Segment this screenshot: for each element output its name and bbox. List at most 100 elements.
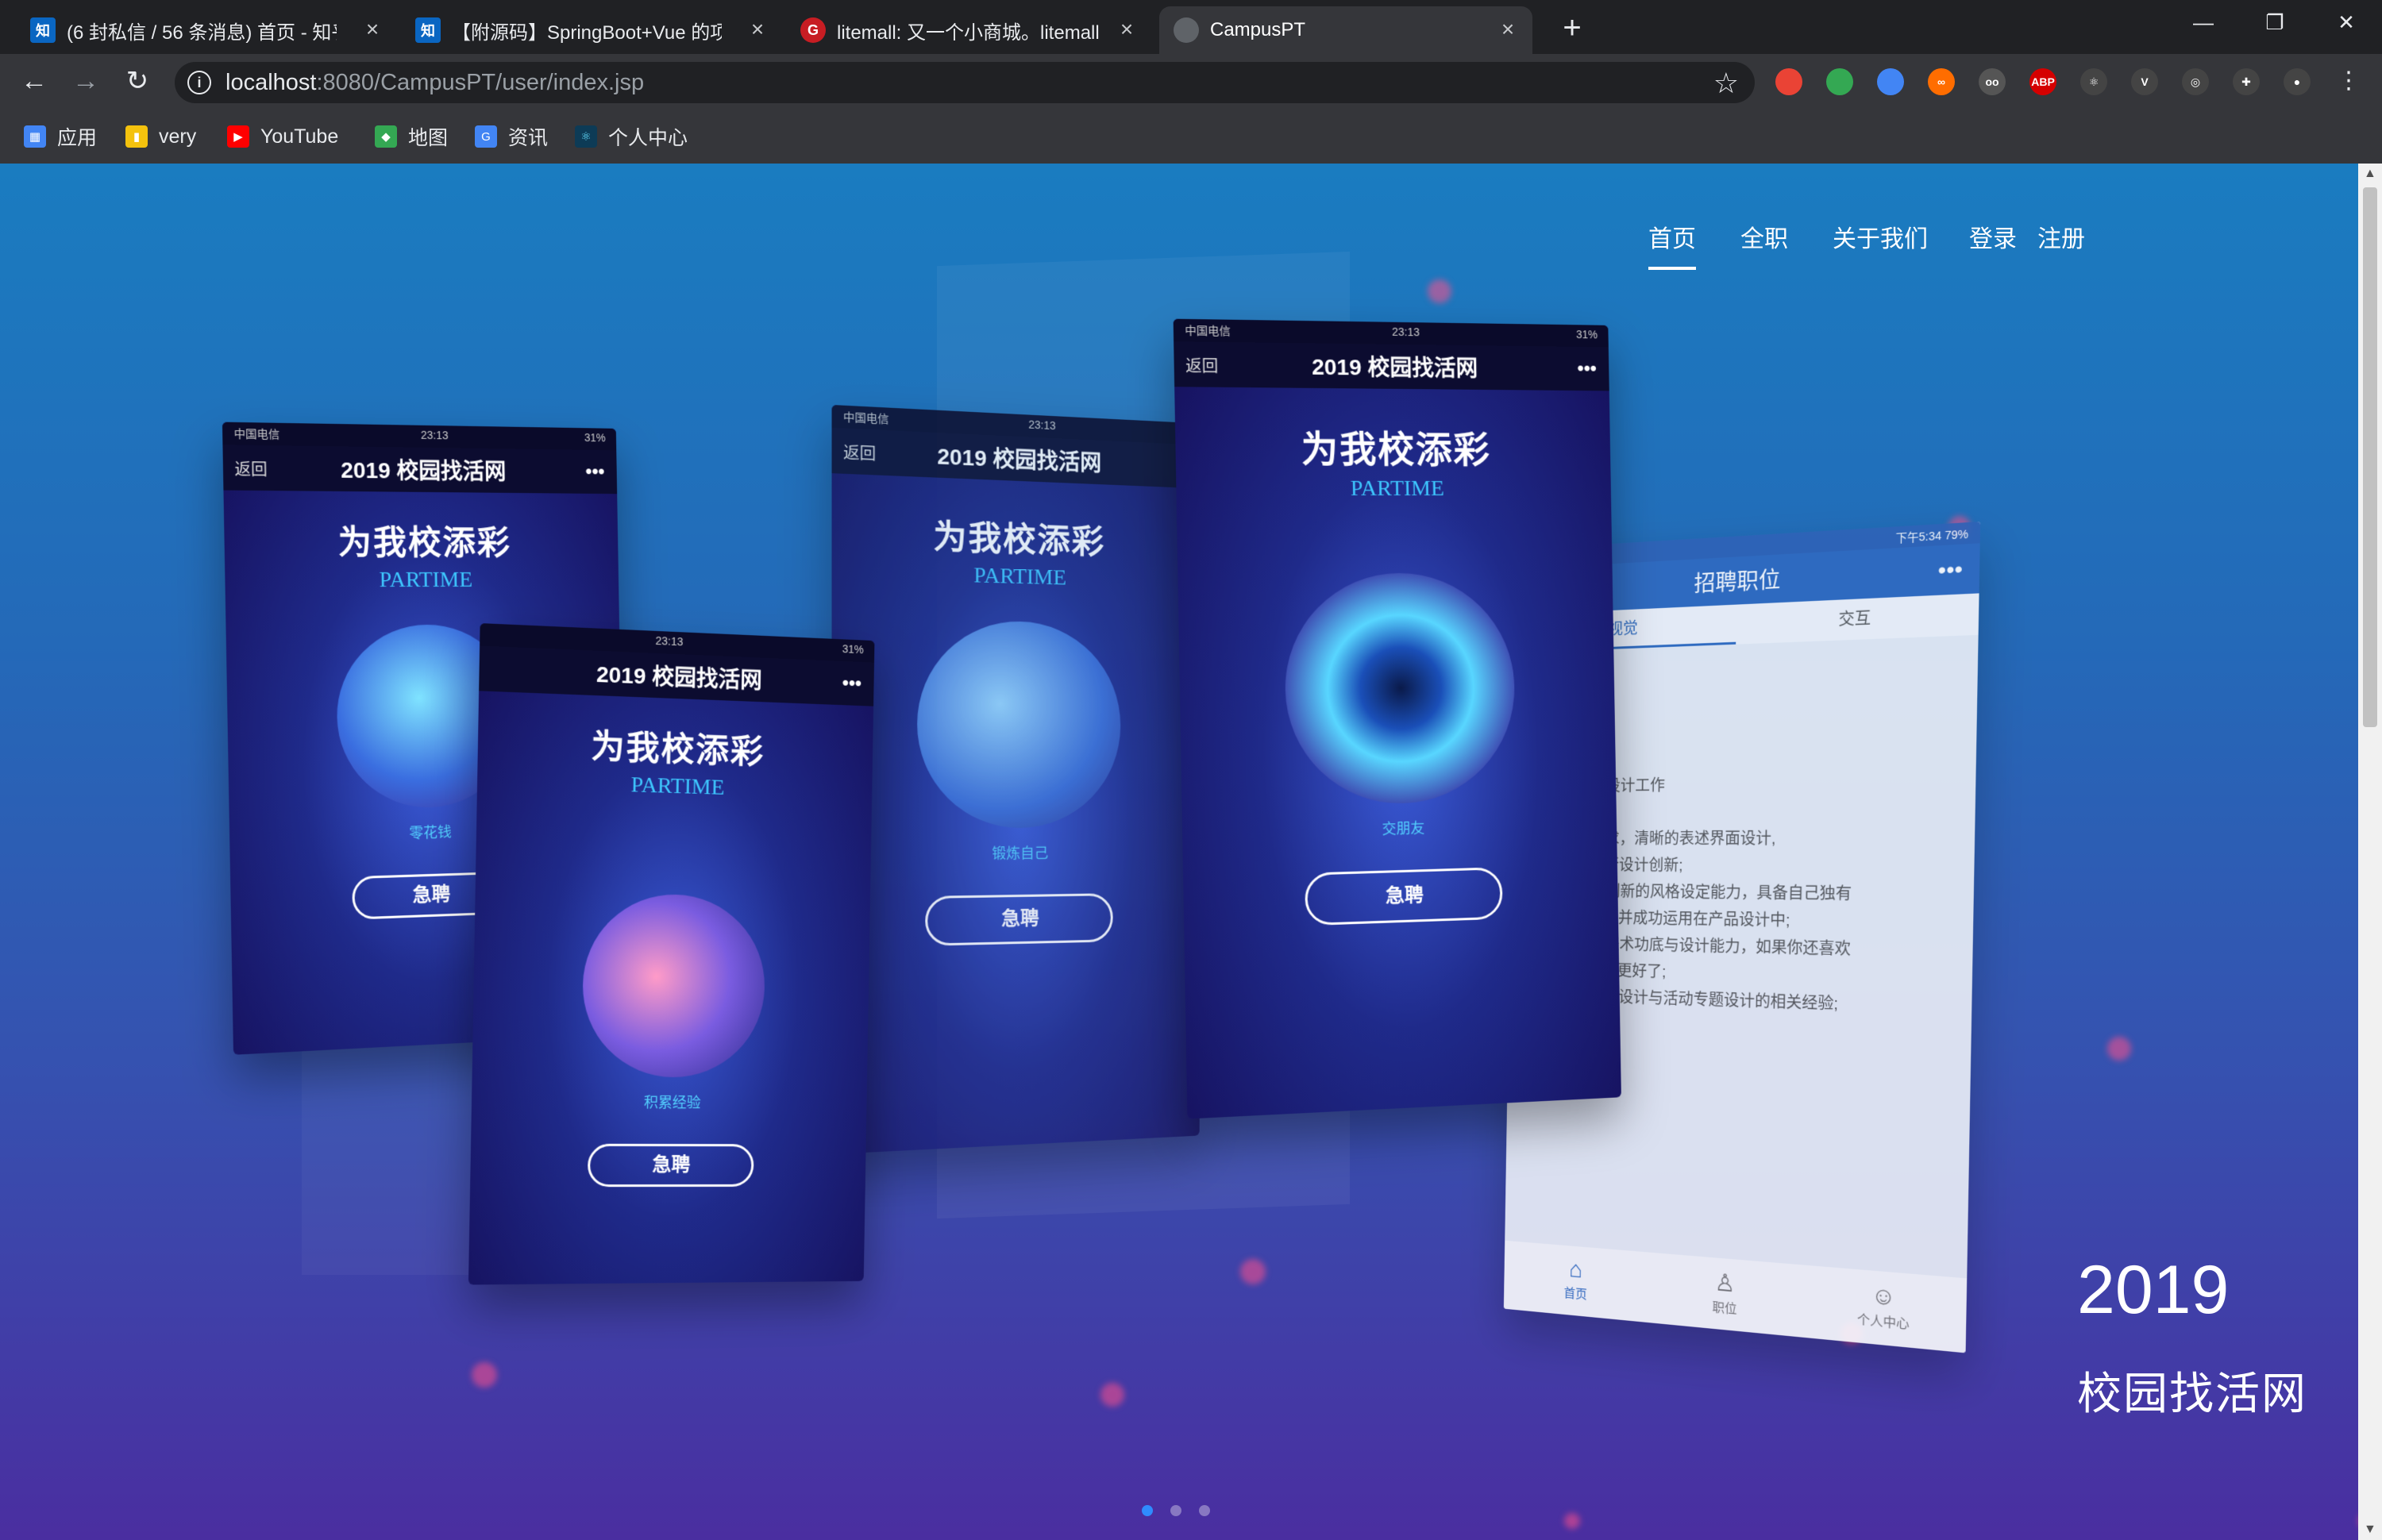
back-button[interactable]: ← bbox=[16, 64, 52, 100]
scroll-up-icon[interactable]: ▲ bbox=[2364, 167, 2376, 181]
restore-window-icon[interactable]: ❐ bbox=[2239, 0, 2311, 48]
carousel-indicators bbox=[1142, 1505, 1210, 1516]
close-tab-icon[interactable]: × bbox=[1496, 17, 1520, 41]
scroll-down-icon[interactable]: ▼ bbox=[2364, 1523, 2376, 1537]
tab-title: litemall: 又一个小商城。litemall bbox=[837, 21, 1100, 44]
phone-caption: 锻炼自己 bbox=[992, 845, 1049, 862]
bookmark-very[interactable]: ▮ very bbox=[125, 121, 196, 152]
nav-login[interactable]: 登录 bbox=[1969, 219, 2017, 254]
close-tab-icon[interactable]: × bbox=[1115, 17, 1139, 41]
url-text[interactable]: localhost:8080/CampusPT/user/index.jsp bbox=[225, 70, 644, 96]
new-tab-button[interactable]: + bbox=[1552, 10, 1592, 49]
site-info-icon[interactable]: i bbox=[187, 71, 211, 94]
bokeh-light bbox=[472, 1362, 497, 1388]
browser-tab[interactable]: 知 【附源码】SpringBoot+Vue 的项目 × bbox=[401, 6, 782, 54]
chrome-ext-5-icon[interactable]: oo bbox=[1979, 68, 2006, 95]
forward-button[interactable]: → bbox=[67, 64, 104, 100]
phone-tab-home: ⌂ 首页 bbox=[1563, 1256, 1587, 1303]
paint-globe-illustration bbox=[581, 892, 766, 1078]
gitee-favicon-icon: G bbox=[800, 17, 826, 43]
scrollbar-thumb[interactable] bbox=[2363, 187, 2377, 727]
urgent-hiring-button: 急聘 bbox=[925, 893, 1113, 946]
chrome-ext-2-icon[interactable] bbox=[1826, 68, 1853, 95]
bookmark-news[interactable]: G 资讯 bbox=[475, 121, 548, 152]
apps-grid-icon: ▦ bbox=[24, 125, 46, 148]
close-tab-icon[interactable]: × bbox=[746, 17, 769, 41]
bokeh-light bbox=[2107, 1037, 2131, 1061]
promo-phone-screenshot: 中国电信 23:13 31% 返回 2019 校园找活网 ••• 为我校添彩 PARTI… bbox=[1173, 318, 1621, 1119]
close-window-icon[interactable]: ✕ bbox=[2311, 0, 2382, 48]
bookmark-label: YouTube bbox=[260, 125, 339, 148]
nav-register[interactable]: 注册 bbox=[2037, 219, 2085, 254]
phone-slogan: 为我校添彩 bbox=[1301, 428, 1492, 471]
bokeh-light bbox=[1564, 1513, 1580, 1529]
nav-home[interactable]: 首页 bbox=[1648, 219, 1696, 270]
bookmark-label: 资讯 bbox=[508, 127, 549, 149]
carousel-dot[interactable] bbox=[1170, 1505, 1181, 1516]
hero-year: 2019 bbox=[2077, 1252, 2230, 1328]
globe-favicon-icon bbox=[1174, 17, 1199, 43]
bookmark-youtube[interactable]: ▶ YouTube bbox=[227, 121, 338, 152]
adblock-plus-icon[interactable]: ABP bbox=[2029, 68, 2056, 95]
profile-icon[interactable]: ● bbox=[2284, 68, 2311, 95]
phone-subtitle: PARTIME bbox=[379, 567, 473, 593]
reload-button[interactable]: ↻ bbox=[119, 64, 156, 100]
bookmark-maps[interactable]: ◆ 地图 bbox=[375, 121, 448, 152]
urgent-hiring-button: 急聘 bbox=[1305, 867, 1503, 926]
phone-title-bar: 返回 2019 校园找活网 ••• bbox=[222, 445, 618, 495]
page-scrollbar[interactable]: ▲ ▼ bbox=[2358, 164, 2382, 1540]
bookmarks-bar: ▦ 应用 ▮ very ▶ YouTube ◆ 地图 G 资讯 ⚛ 个人中心 bbox=[0, 110, 2382, 164]
folder-icon: ▮ bbox=[125, 125, 148, 148]
browser-tab[interactable]: 知 (6 封私信 / 56 条消息) 首页 - 知乎 × bbox=[16, 6, 397, 54]
address-bar[interactable]: i localhost:8080/CampusPT/user/index.jsp… bbox=[175, 62, 1755, 103]
bookmark-personal-center[interactable]: ⚛ 个人中心 bbox=[575, 121, 688, 152]
react-devtools-icon[interactable]: ⚛ bbox=[2080, 68, 2107, 95]
close-tab-icon[interactable]: × bbox=[360, 17, 384, 41]
chrome-ext-4-icon[interactable]: ∞ bbox=[1928, 68, 1955, 95]
carousel-dot[interactable] bbox=[1199, 1505, 1210, 1516]
phone-tabbar: ⌂ 首页 ♙ 职位 ☺ 个人中心 bbox=[1503, 1240, 1968, 1353]
tab-title: 【附源码】SpringBoot+Vue 的项目 bbox=[452, 21, 722, 44]
browser-chrome: 知 (6 封私信 / 56 条消息) 首页 - 知乎 × 知 【附源码】Spri… bbox=[0, 0, 2382, 164]
bookmark-label: very bbox=[159, 125, 197, 148]
tab-title: (6 封私信 / 56 条消息) 首页 - 知乎 bbox=[67, 21, 337, 44]
bookmark-label: 应用 bbox=[57, 127, 98, 149]
nav-fulltime[interactable]: 全职 bbox=[1740, 219, 1788, 254]
chrome-ext-9-icon[interactable]: ◎ bbox=[2182, 68, 2209, 95]
phone-tab-profile: ☺ 个人中心 bbox=[1856, 1281, 1910, 1332]
phone-slogan: 为我校添彩 bbox=[337, 523, 512, 562]
tab-strip: 知 (6 封私信 / 56 条消息) 首页 - 知乎 × 知 【附源码】Spri… bbox=[0, 0, 2382, 54]
bokeh-light bbox=[1428, 279, 1451, 303]
extensions-puzzle-icon[interactable]: ✚ bbox=[2233, 68, 2260, 95]
youtube-icon: ▶ bbox=[227, 125, 249, 148]
tab-title: CampusPT bbox=[1210, 19, 1306, 40]
chrome-ext-1-icon[interactable] bbox=[1775, 68, 1802, 95]
vue-devtools-icon[interactable]: V bbox=[2131, 68, 2158, 95]
bookmark-label: 个人中心 bbox=[608, 127, 688, 149]
phone-slogan: 为我校添彩 bbox=[933, 518, 1106, 561]
page-viewport: 首页 全职 关于我们 登录 注册 下午5:34 79% 招聘职位 ••• 视觉 交… bbox=[0, 164, 2358, 1540]
browser-tab-active[interactable]: CampusPT × bbox=[1159, 6, 1532, 54]
bookmark-star-icon[interactable]: ☆ bbox=[1713, 67, 1739, 100]
carousel-dot[interactable] bbox=[1142, 1505, 1153, 1516]
bokeh-light bbox=[1100, 1383, 1124, 1407]
phone-subtitle: PARTIME bbox=[1350, 475, 1445, 501]
react-icon: ⚛ bbox=[575, 125, 597, 148]
nav-about[interactable]: 关于我们 bbox=[1833, 219, 1928, 254]
promo-phone-screenshot: 23:13 31% 2019 校园找活网 ••• 为我校添彩 PARTIME 积累经… bbox=[468, 623, 875, 1285]
phone-tab-jobs: ♙ 职位 bbox=[1712, 1269, 1737, 1317]
hero-site-name: 校园找活网 bbox=[2077, 1369, 2307, 1419]
chrome-ext-3-icon[interactable] bbox=[1877, 68, 1904, 95]
maps-icon: ◆ bbox=[375, 125, 397, 148]
minimize-window-icon[interactable]: — bbox=[2168, 0, 2239, 48]
bookmark-apps[interactable]: ▦ 应用 bbox=[24, 121, 97, 152]
bokeh-light bbox=[1240, 1259, 1266, 1284]
phone-caption: 积累经验 bbox=[643, 1094, 701, 1111]
urgent-hiring-button: 急聘 bbox=[587, 1143, 754, 1188]
promo-phone-screenshot: 中国电信 23:13 返回 2019 校园找活网 为我校添彩 PARTIME 锻炼自… bbox=[831, 404, 1200, 1155]
zhihu-favicon-icon: 知 bbox=[415, 17, 441, 43]
lego-globe-illustration bbox=[917, 619, 1121, 829]
zhihu-favicon-icon: 知 bbox=[30, 17, 56, 43]
browser-tab[interactable]: G litemall: 又一个小商城。litemall × bbox=[786, 6, 1151, 54]
chrome-menu-icon[interactable]: ⋮ bbox=[2330, 64, 2367, 100]
